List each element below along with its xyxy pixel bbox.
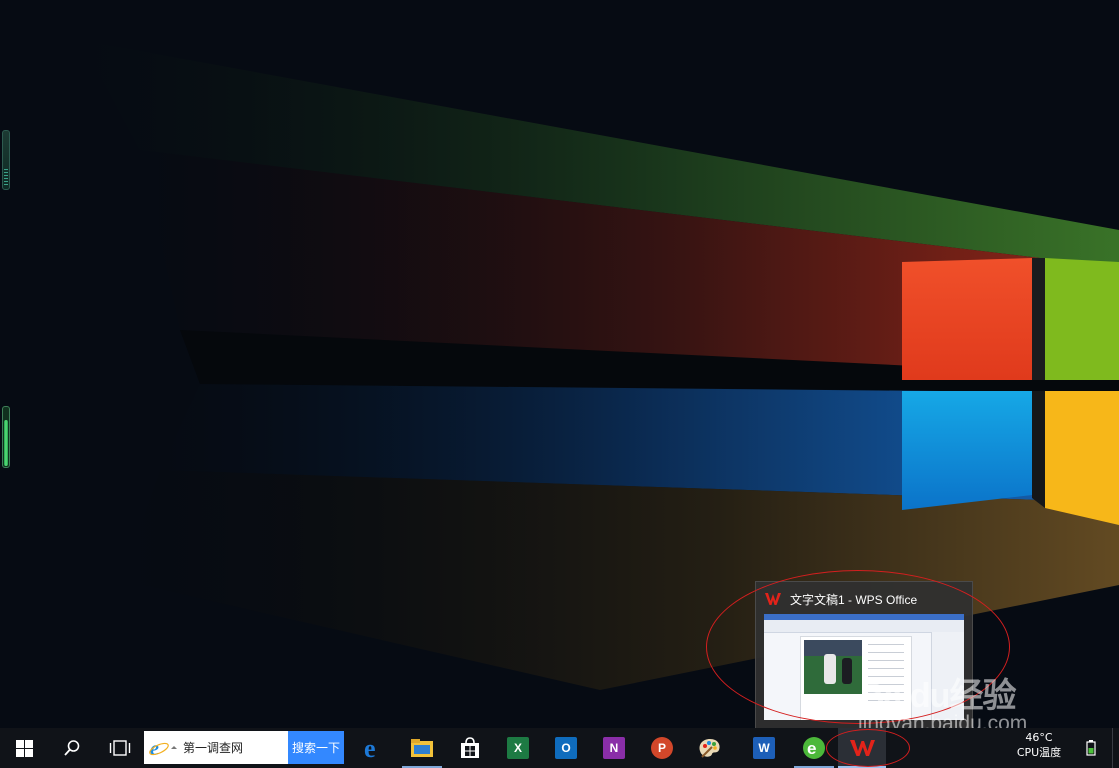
thumbnail-text-lines xyxy=(868,644,904,704)
wps-icon xyxy=(850,740,875,756)
taskbar-app-outlook[interactable]: O xyxy=(542,728,590,768)
search-submit-button[interactable]: 搜索一下 xyxy=(288,731,344,764)
search-button-taskbar[interactable] xyxy=(48,728,96,768)
word-icon: W xyxy=(753,737,775,759)
cpu-temperature-label: CPU温度 xyxy=(1016,746,1062,759)
outlook-icon: O xyxy=(555,737,577,759)
search-icon xyxy=(64,740,80,756)
onenote-icon: N xyxy=(603,737,625,759)
wps-icon xyxy=(765,593,781,605)
taskbar: e 第一调查网 搜索一下 e X O N P W e 46°C CPU温度 xyxy=(0,728,1119,768)
taskbar-app-paint[interactable] xyxy=(686,728,734,768)
preview-header: 文字文稿1 - WPS Office xyxy=(764,590,917,608)
taskbar-app-onenote[interactable]: N xyxy=(590,728,638,768)
dropdown-arrow-icon[interactable] xyxy=(171,745,177,751)
browser-icon: e xyxy=(803,737,825,759)
taskbar-app-store[interactable] xyxy=(446,728,494,768)
taskbar-app-wps[interactable] xyxy=(838,728,886,768)
taskbar-app-edge[interactable]: e xyxy=(350,728,398,768)
windows-logo-icon xyxy=(15,739,33,757)
thumbnail-inserted-photo xyxy=(804,640,862,694)
store-icon xyxy=(461,737,479,758)
taskbar-app-browser[interactable]: e xyxy=(790,728,838,768)
folder-icon xyxy=(411,739,433,757)
web-search-box[interactable]: e 第一调查网 xyxy=(144,731,288,764)
taskbar-app-word[interactable]: W xyxy=(740,728,788,768)
network-meter-gadget[interactable] xyxy=(2,130,10,190)
cpu-temperature-tray[interactable]: 46°C CPU温度 xyxy=(1010,730,1068,760)
battery-icon xyxy=(1086,740,1096,756)
taskbar-app-excel[interactable]: X xyxy=(494,728,542,768)
edge-icon: e xyxy=(364,736,376,760)
cpu-temperature-value: 46°C xyxy=(1025,731,1053,744)
preview-title: 文字文稿1 - WPS Office xyxy=(790,592,918,607)
ie-icon: e xyxy=(149,738,169,758)
taskbar-app-powerpoint[interactable]: P xyxy=(638,728,686,768)
task-view-button[interactable] xyxy=(96,728,144,768)
svg-text:e: e xyxy=(364,736,376,760)
excel-icon: X xyxy=(507,737,529,759)
taskbar-thumbnail-preview[interactable]: 文字文稿1 - WPS Office xyxy=(755,581,973,729)
window-thumbnail[interactable] xyxy=(764,614,964,720)
paint-palette-icon xyxy=(699,739,720,758)
battery-tray[interactable] xyxy=(1086,740,1096,760)
search-input[interactable]: 第一调查网 xyxy=(183,739,243,756)
show-desktop-button[interactable] xyxy=(1112,728,1119,768)
svg-text:e: e xyxy=(807,739,816,758)
memory-meter-fill xyxy=(4,420,8,466)
powerpoint-icon: P xyxy=(651,737,673,759)
thumbnail-side-panel xyxy=(931,632,964,720)
task-view-icon xyxy=(109,740,131,756)
memory-meter-gadget[interactable] xyxy=(2,406,10,468)
taskbar-app-file-explorer[interactable] xyxy=(398,728,446,768)
start-button[interactable] xyxy=(0,728,48,768)
